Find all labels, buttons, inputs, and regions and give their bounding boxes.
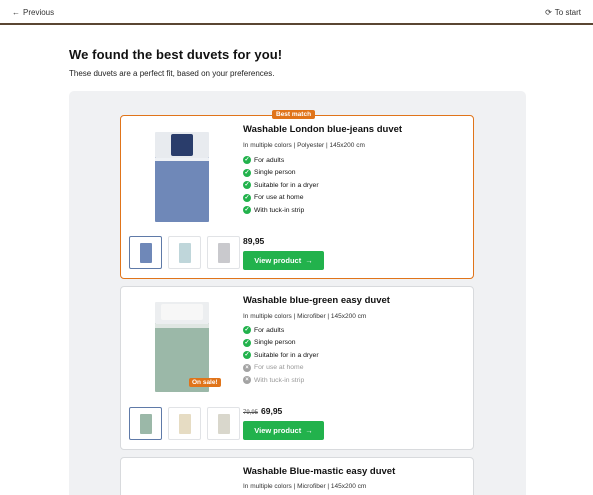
thumbnail-swatch (178, 413, 191, 434)
feature-item-unavailable: × For use at home (243, 362, 319, 375)
feature-item: ✓ With tuck-in strip (243, 204, 319, 217)
product-title[interactable]: Washable Blue-mastic easy duvet (243, 466, 395, 477)
thumbnail-strip-1 (129, 236, 240, 269)
feature-item: ✓ Suitable for in a dryer (243, 349, 319, 362)
feature-label: With tuck-in strip (254, 376, 305, 384)
button-label: View product (254, 426, 302, 435)
refresh-icon: ⟳ (545, 8, 552, 17)
feature-label: For use at home (254, 194, 304, 202)
feature-label: With tuck-in strip (254, 206, 305, 214)
product-meta: In multiple colors | Polyester | 145x200… (243, 142, 365, 149)
thumbnail-swatch (217, 413, 230, 434)
x-circle-icon: × (243, 363, 251, 372)
product-meta: In multiple colors | Microfiber | 145x20… (243, 313, 367, 320)
thumbnail-swatch (217, 242, 230, 263)
feature-item: ✓ Single person (243, 167, 319, 180)
feature-list-2: ✓ For adults ✓ Single person ✓ Suitable for… (243, 324, 319, 387)
to-start-link[interactable]: ⟳ To start (545, 8, 581, 17)
product-title[interactable]: Washable blue-green easy duvet (243, 295, 390, 306)
feature-label: Single person (254, 339, 296, 347)
check-circle-icon: ✓ (243, 338, 251, 347)
page-title: We found the best duvets for you! (69, 47, 283, 62)
previous-link[interactable]: ← Previous (12, 8, 54, 17)
feature-item: ✓ For adults (243, 154, 319, 167)
product-price: 89,95 (243, 236, 264, 246)
thumbnail-swatch (178, 242, 191, 263)
price-value: 89,95 (243, 236, 265, 246)
thumbnail-blue-green[interactable] (129, 407, 162, 440)
thumbnail-swatch (139, 413, 152, 434)
feature-list-1: ✓ For adults ✓ Single person ✓ Suitable for… (243, 154, 319, 217)
product-price: 79,95 69,95 (243, 406, 282, 416)
check-circle-icon: ✓ (243, 181, 251, 190)
old-price: 79,95 (243, 410, 259, 416)
feature-item-unavailable: × With tuck-in strip (243, 374, 319, 387)
feature-item: ✓ Suitable for in a dryer (243, 179, 319, 192)
check-circle-icon: ✓ (243, 326, 251, 335)
feature-label: For use at home (254, 364, 304, 372)
view-product-button[interactable]: View product → (243, 421, 324, 440)
feature-label: For adults (254, 326, 285, 334)
feature-label: Single person (254, 169, 296, 177)
arrow-right-icon: → (305, 426, 313, 435)
feature-label: For adults (254, 156, 285, 164)
product-meta: In multiple colors | Microfiber | 145x20… (243, 483, 367, 490)
check-circle-icon: ✓ (243, 193, 251, 202)
page-subtitle: These duvets are a perfect fit, based on… (69, 69, 275, 78)
x-circle-icon: × (243, 376, 251, 385)
thumbnail-cream[interactable] (168, 407, 201, 440)
top-navigation-bar: ← Previous ⟳ To start (0, 0, 593, 25)
to-start-label: To start (554, 8, 581, 17)
check-circle-icon: ✓ (243, 156, 251, 165)
on-sale-badge: On sale! (189, 378, 221, 387)
view-product-button[interactable]: View product → (243, 251, 324, 270)
button-label: View product (254, 256, 302, 265)
feature-item: ✓ For adults (243, 324, 319, 337)
arrow-right-icon: → (305, 256, 313, 265)
thumbnail-beige[interactable] (207, 407, 240, 440)
check-circle-icon: ✓ (243, 351, 251, 360)
feature-label: Suitable for in a dryer (254, 351, 319, 359)
best-match-badge: Best match (272, 110, 316, 119)
previous-label: Previous (23, 8, 55, 17)
feature-item: ✓ Single person (243, 337, 319, 350)
thumbnail-grey[interactable] (207, 236, 240, 269)
thumbnail-swatch (139, 242, 152, 263)
arrow-left-icon: ← (12, 8, 20, 17)
product-title[interactable]: Washable London blue-jeans duvet (243, 124, 402, 135)
feature-label: Suitable for in a dryer (254, 181, 319, 189)
check-circle-icon: ✓ (243, 206, 251, 215)
thumbnail-strip-2 (129, 407, 240, 440)
thumbnail-light-blue[interactable] (168, 236, 201, 269)
check-circle-icon: ✓ (243, 168, 251, 177)
price-value: 69,95 (261, 406, 283, 416)
thumbnail-blue[interactable] (129, 236, 162, 269)
product-image-london-duvet (155, 132, 209, 222)
feature-item: ✓ For use at home (243, 192, 319, 205)
